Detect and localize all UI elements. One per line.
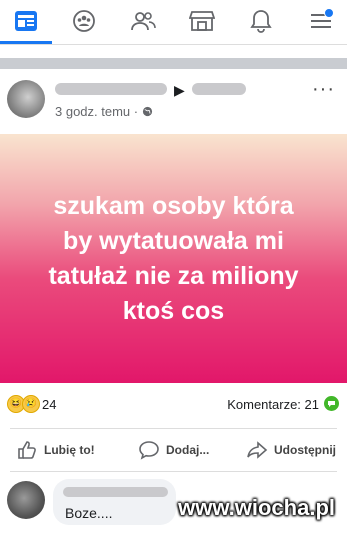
comment-text: Boze.... — [65, 505, 113, 521]
notifications-bell-icon[interactable] — [245, 6, 277, 36]
comment-button[interactable]: Dodaj... — [138, 429, 209, 471]
comment-bubble: Boze.... — [53, 479, 176, 525]
top-navigation — [0, 0, 347, 45]
friends-icon[interactable] — [127, 6, 159, 36]
comment-icon — [139, 441, 159, 460]
feed-separator — [0, 58, 347, 69]
notification-badge — [324, 8, 334, 18]
group-name-blurred[interactable] — [192, 83, 246, 95]
more-options-button[interactable]: ··· — [312, 78, 335, 101]
news-feed-icon[interactable] — [10, 6, 42, 36]
post-text-line: ktoś cos — [122, 296, 225, 325]
reactions-bar[interactable]: 😆 😢 24 Komentarze: 21 — [0, 394, 347, 416]
post-actions: Lubię to! Dodaj... Udostępnij — [0, 429, 347, 471]
commenter-name-blurred[interactable] — [63, 487, 168, 497]
like-button[interactable]: Lubię to! — [16, 429, 95, 471]
thumbs-up-icon — [18, 441, 36, 459]
globe-icon — [142, 104, 153, 119]
post-header: ▶ 3 godz. temu · ··· — [0, 72, 347, 134]
meta-separator: · — [133, 104, 139, 119]
comment-label: Dodaj... — [166, 443, 210, 457]
active-tab-indicator — [0, 41, 52, 44]
share-label: Udostępnij — [274, 443, 336, 457]
sad-reaction-icon: 😢 — [22, 395, 40, 413]
menu-icon[interactable] — [305, 6, 337, 36]
watermark: www.wiocha.pl — [178, 495, 335, 520]
post-timestamp[interactable]: 3 godz. temu — [55, 104, 130, 119]
share-button[interactable]: Udostępnij — [246, 429, 336, 471]
post-meta: 3 godz. temu · — [55, 104, 153, 119]
post-text: szukam osoby która by wytatuowała mi tat… — [29, 189, 319, 329]
comments-count[interactable]: Komentarze: 21 — [227, 397, 319, 412]
shared-to-arrow-icon: ▶ — [174, 82, 185, 98]
post-content: szukam osoby która by wytatuowała mi tat… — [0, 134, 347, 383]
commenter-avatar[interactable] — [7, 481, 45, 519]
share-arrow-icon — [247, 441, 268, 459]
author-avatar[interactable] — [7, 80, 45, 118]
marketplace-icon[interactable] — [186, 6, 218, 36]
post-text-line: szukam osoby która — [53, 191, 294, 220]
reactions-count[interactable]: 24 — [42, 397, 56, 412]
like-label: Lubię to! — [44, 443, 95, 457]
author-name-blurred[interactable] — [55, 83, 167, 95]
divider — [10, 471, 337, 472]
comment-count-icon — [324, 396, 339, 411]
post-text-line: by wytatuowała mi — [63, 226, 284, 255]
post-text-line: tatułaż nie za miliony — [48, 261, 299, 290]
groups-icon[interactable] — [68, 6, 100, 36]
